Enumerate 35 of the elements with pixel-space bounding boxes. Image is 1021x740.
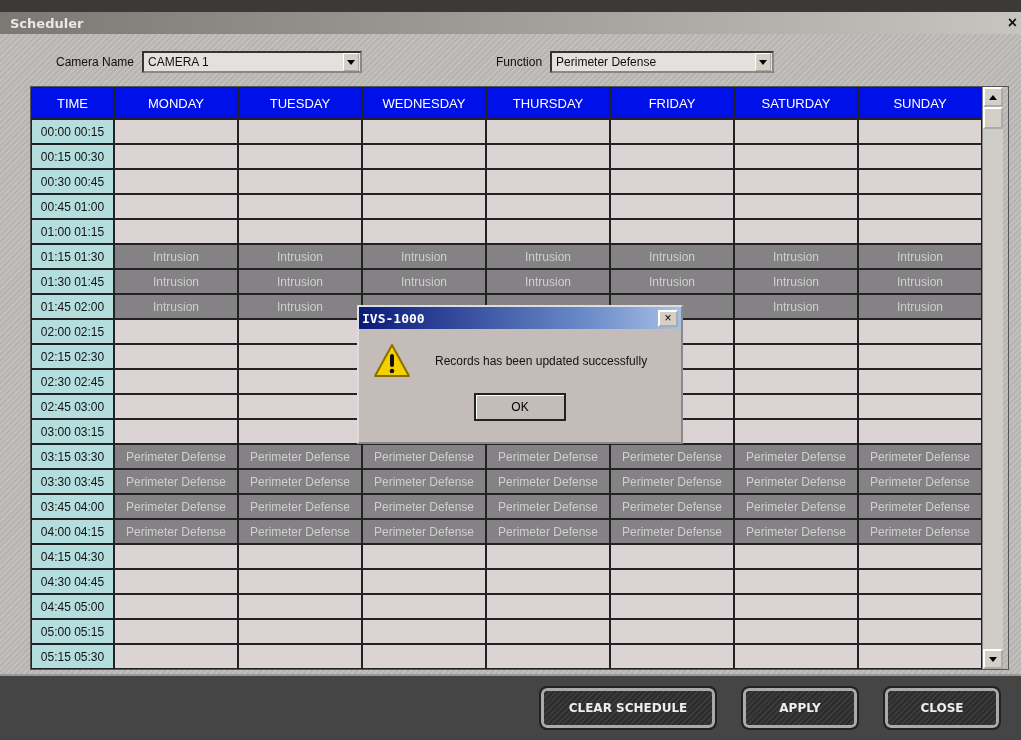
column-header: THURSDAY (486, 87, 610, 119)
time-cell: 01:30 01:45 (31, 269, 114, 294)
column-header: SUNDAY (858, 87, 982, 119)
time-cell: 00:00 00:15 (31, 119, 114, 144)
time-cell: 02:30 02:45 (31, 369, 114, 394)
window-title: Scheduler (10, 15, 84, 31)
time-cell: 03:00 03:15 (31, 419, 114, 444)
time-cell: 02:00 02:15 (31, 319, 114, 344)
camera-name-label: Camera Name (56, 55, 135, 69)
dialog-message: Records has been updated successfully (435, 354, 648, 368)
time-cell: 00:45 01:00 (31, 194, 114, 219)
time-cell: 03:15 03:30 (31, 444, 114, 469)
column-header: WEDNESDAY (362, 87, 486, 119)
time-cell: 01:45 02:00 (31, 294, 114, 319)
column-header: SATURDAY (734, 87, 858, 119)
function-label: Function (496, 55, 543, 69)
time-cell: 03:45 04:00 (31, 494, 114, 519)
dialog-title: IVS-1000 (362, 310, 425, 326)
time-cell: 00:30 00:45 (31, 169, 114, 194)
time-cell: 05:00 05:15 (31, 619, 114, 644)
column-header: MONDAY (114, 87, 238, 119)
time-cell: 04:45 05:00 (31, 594, 114, 619)
column-header: TUESDAY (238, 87, 362, 119)
column-header: TIME (31, 87, 114, 119)
time-cell: 00:15 00:30 (31, 144, 114, 169)
column-header: FRIDAY (610, 87, 734, 119)
time-cell: 02:15 02:30 (31, 344, 114, 369)
time-cell: 01:00 01:15 (31, 219, 114, 244)
time-cell: 02:45 03:00 (31, 394, 114, 419)
time-cell: 01:15 01:30 (31, 244, 114, 269)
time-cell: 04:30 04:45 (31, 569, 114, 594)
time-cell: 05:15 05:30 (31, 644, 114, 669)
time-cell: 04:15 04:30 (31, 544, 114, 569)
time-cell: 04:00 04:15 (31, 519, 114, 544)
time-cell: 03:30 03:45 (31, 469, 114, 494)
